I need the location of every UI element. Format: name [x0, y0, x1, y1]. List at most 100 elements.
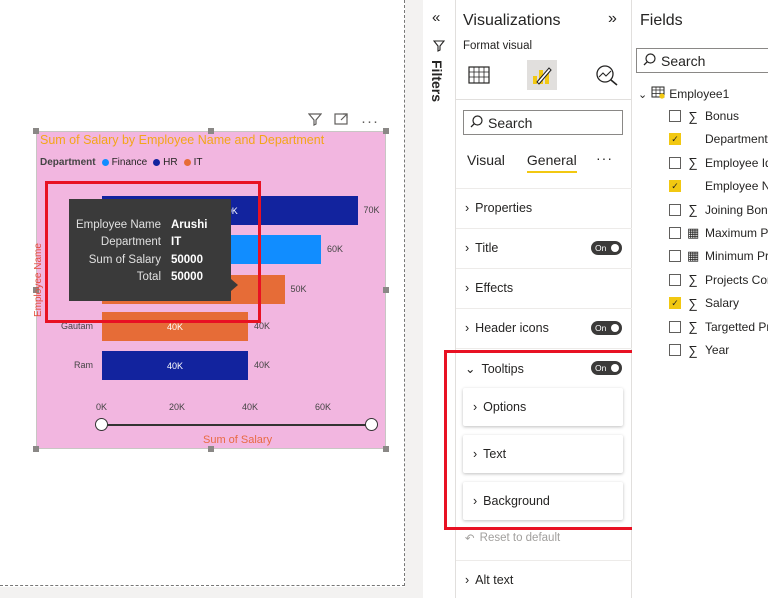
x-tick-label: 20K: [169, 402, 186, 412]
bar-mark[interactable]: 40K: [102, 351, 248, 380]
zoom-slider-track[interactable]: [101, 424, 371, 426]
search-icon: [643, 52, 656, 69]
field-checkbox[interactable]: [669, 344, 681, 356]
field-item[interactable]: ✓ ∑ Salary: [669, 293, 739, 313]
analytics-icon[interactable]: [592, 60, 622, 90]
search-icon: [470, 114, 483, 131]
field-checkbox[interactable]: [669, 273, 681, 286]
fields-search-box[interactable]: [636, 48, 768, 73]
legend-title: Department: [40, 157, 96, 168]
x-tick-label: 0K: [96, 402, 108, 412]
field-label: Bonus: [705, 109, 740, 123]
field-item[interactable]: ∑ Year: [669, 340, 729, 360]
format-search-box[interactable]: [463, 110, 623, 135]
highlight-box-tooltip: [45, 181, 261, 323]
field-checkbox[interactable]: [669, 320, 681, 333]
resize-handle[interactable]: [33, 128, 39, 134]
fields-pane: Fields ⌄ Employee1 ∑ Bonus ✓ Department ∑ Emp…: [632, 0, 768, 598]
legend-item-finance[interactable]: Finance: [101, 157, 147, 168]
filters-label[interactable]: Filters: [429, 60, 445, 102]
chart-title: Sum of Salary by Employee Name and Depar…: [40, 133, 325, 147]
legend-dot: [183, 159, 191, 166]
field-item[interactable]: ∑ Bonus: [669, 106, 739, 126]
canvas-scrollbar-area[interactable]: [0, 587, 405, 598]
section-header-icons[interactable]: › Header icons On: [456, 308, 632, 348]
field-item[interactable]: ∑ Targetted Pr: [669, 317, 768, 337]
sigma-icon: ∑: [688, 155, 698, 171]
legend-item-it[interactable]: IT: [183, 157, 203, 168]
chevron-down-icon[interactable]: ⌄: [638, 88, 647, 101]
tab-general[interactable]: General: [526, 152, 577, 173]
filter-icon: [432, 40, 446, 55]
bar-end-label: 40K: [254, 360, 271, 370]
calculator-icon: ▦: [687, 225, 700, 240]
field-item[interactable]: ∑ Projects Con: [669, 270, 768, 290]
double-chevron-left-icon[interactable]: «: [432, 9, 440, 26]
resize-handle[interactable]: [383, 128, 389, 134]
build-visual-icon[interactable]: [464, 60, 494, 90]
reset-to-default-button[interactable]: ↶ Reset to default: [465, 531, 560, 545]
visual-header: ···: [307, 112, 379, 130]
field-checkbox[interactable]: ✓: [669, 180, 681, 193]
field-checkbox[interactable]: [669, 250, 681, 263]
legend-item-hr[interactable]: HR: [153, 157, 178, 168]
resize-handle[interactable]: [33, 446, 39, 452]
more-options-icon[interactable]: ···: [361, 113, 379, 130]
report-canvas[interactable]: ··· Sum of Salary by Employee Name and D…: [0, 0, 405, 586]
zoom-slider-right-handle[interactable]: [365, 418, 378, 431]
field-item[interactable]: ▦ Minimum Pr: [669, 246, 768, 266]
resize-handle[interactable]: [208, 446, 214, 452]
field-label: Salary: [705, 296, 740, 311]
visualizations-pane: Visualizations » Format visual Visual Ge…: [444, 0, 638, 598]
power-bi-window: ··· Sum of Salary by Employee Name and D…: [0, 0, 768, 598]
funnel-icon[interactable]: [307, 112, 323, 130]
zoom-slider-left-handle[interactable]: [95, 418, 108, 431]
resize-handle[interactable]: [383, 287, 389, 293]
format-search-input[interactable]: [488, 114, 608, 131]
y-axis-title: Employee Name: [33, 243, 44, 317]
section-alt-text[interactable]: › Alt text: [456, 560, 632, 598]
field-label: Year: [705, 343, 730, 357]
format-visual-icon[interactable]: [527, 60, 557, 90]
chevron-right-icon: ›: [465, 281, 470, 295]
section-effects[interactable]: › Effects: [456, 268, 632, 308]
chevron-right-icon: ›: [465, 241, 470, 255]
bar-end-label: 60K: [327, 244, 344, 254]
fields-search-input[interactable]: [661, 52, 768, 69]
tab-visual[interactable]: Visual: [467, 152, 505, 173]
bar-end-label: 50K: [290, 284, 307, 294]
resize-handle[interactable]: [383, 446, 389, 452]
field-label: Employee Id: [705, 155, 768, 170]
focus-mode-icon[interactable]: [334, 112, 349, 130]
table-employee1[interactable]: ⌄ Employee1: [638, 86, 729, 102]
visualizations-title: Visualizations: [463, 12, 561, 29]
chevron-right-icon: ›: [465, 321, 470, 335]
x-axis-title: Sum of Salary: [203, 434, 273, 446]
field-checkbox[interactable]: [669, 156, 681, 169]
field-checkbox[interactable]: [669, 203, 681, 216]
visual-mode-tabs: [456, 56, 632, 98]
field-label: Employee N: [705, 179, 768, 194]
sigma-icon: ∑: [688, 202, 698, 218]
field-item[interactable]: ✓ Employee N: [669, 176, 768, 196]
section-title[interactable]: › Title On: [456, 228, 632, 268]
x-tick-label: 60K: [315, 402, 332, 412]
title-toggle[interactable]: On: [591, 241, 622, 255]
table-icon: [651, 86, 665, 102]
field-item[interactable]: ∑ Joining Bonu: [669, 200, 768, 220]
field-item[interactable]: ▦ Maximum Pr: [669, 223, 768, 243]
field-item[interactable]: ✓ Department: [669, 129, 768, 149]
sigma-icon: ∑: [688, 295, 698, 311]
legend-dot: [153, 159, 161, 166]
legend-dot: [101, 159, 109, 166]
field-checkbox[interactable]: ✓: [669, 297, 681, 310]
field-checkbox[interactable]: [669, 110, 681, 122]
header-icons-toggle[interactable]: On: [591, 321, 622, 335]
field-item[interactable]: ∑ Employee Id: [669, 153, 768, 173]
section-properties[interactable]: › Properties: [456, 188, 632, 228]
more-options-icon[interactable]: ···: [596, 150, 613, 166]
double-chevron-right-icon[interactable]: »: [608, 10, 617, 28]
field-checkbox[interactable]: [669, 227, 681, 239]
bar-end-label: 70K: [363, 205, 380, 215]
field-checkbox[interactable]: ✓: [669, 133, 681, 146]
